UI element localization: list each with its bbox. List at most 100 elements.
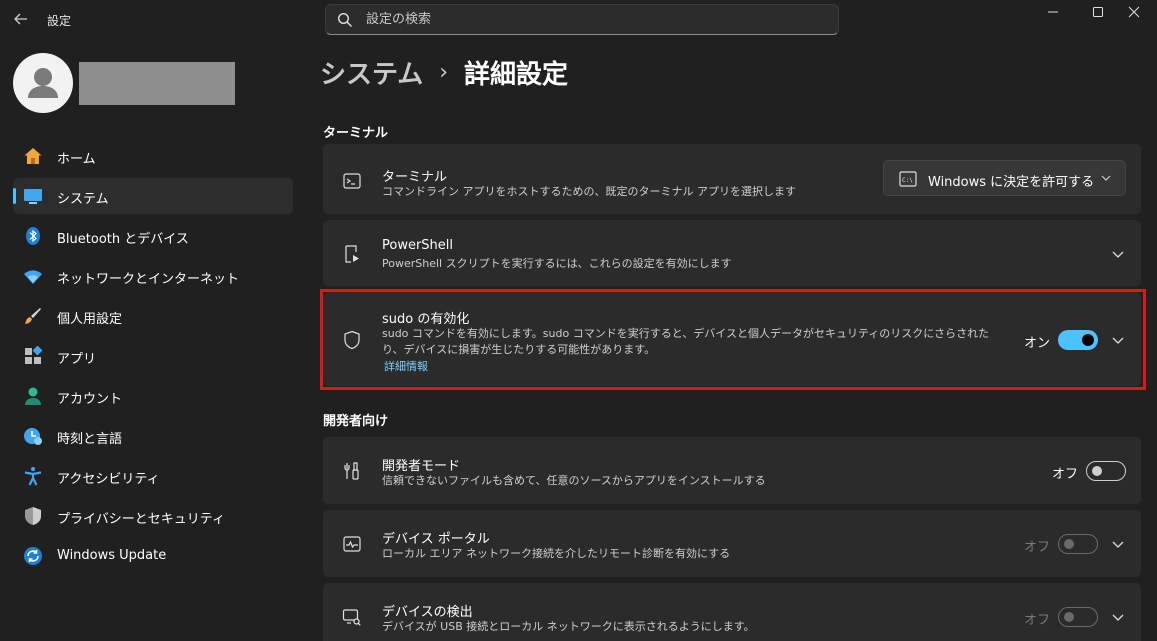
- terminal-title: ターミナル: [382, 170, 448, 185]
- time-language-icon: [24, 428, 42, 445]
- search-icon: [337, 12, 352, 27]
- sidebar-item-apps[interactable]: アプリ: [13, 338, 293, 374]
- sidebar-item-label: プライバシーとセキュリティ: [57, 512, 225, 527]
- home-icon: [24, 148, 42, 164]
- shield-icon: [25, 507, 41, 525]
- section-title-terminal: ターミナル: [323, 126, 389, 141]
- device-search-icon: [342, 609, 361, 626]
- section-title-developer: 開発者向け: [323, 414, 389, 429]
- avatar[interactable]: [13, 53, 73, 113]
- device-discovery-card[interactable]: デバイスの検出 デバイスが USB 接続とローカル ネットワークに表示されるよう…: [323, 583, 1141, 641]
- terminal-description: コマンドライン アプリをホストするための、既定のターミナル アプリを選択します: [382, 185, 796, 198]
- command-prompt-icon: C:\: [899, 171, 917, 187]
- sudo-title: sudo の有効化: [382, 312, 470, 327]
- sudo-toggle-label: オン: [1024, 336, 1051, 351]
- toggle-knob: [1064, 539, 1074, 549]
- terminal-app-dropdown[interactable]: C:\ Windows に決定を許可する: [883, 160, 1126, 196]
- sidebar-item-label: ネットワークとインターネット: [57, 272, 240, 287]
- minimize-button[interactable]: [1030, 0, 1076, 30]
- arrow-left-icon: [14, 13, 27, 25]
- device-portal-card[interactable]: デバイス ポータル ローカル エリア ネットワーク接続を介したリモート診断を有効…: [323, 510, 1141, 577]
- sidebar-item-accounts[interactable]: アカウント: [13, 378, 293, 414]
- search-box[interactable]: [325, 4, 839, 35]
- chevron-down-icon[interactable]: [1110, 609, 1126, 625]
- sudo-description: sudo コマンドを有効にします。sudo コマンドを実行すると、デバイスと個人…: [382, 327, 990, 356]
- device-portal-description: ローカル エリア ネットワーク接続を介したリモート診断を有効にする: [382, 547, 731, 560]
- device-portal-toggle-label: オフ: [1024, 540, 1051, 555]
- sidebar-item-label: ホーム: [57, 152, 96, 167]
- sidebar-item-label: アプリ: [57, 352, 97, 367]
- device-discovery-toggle-label: オフ: [1024, 613, 1051, 628]
- developer-mode-description: 信頼できないファイルも含めて、任意のソースからアプリをインストールする: [382, 474, 766, 487]
- toggle-knob: [1092, 466, 1102, 476]
- close-button[interactable]: [1111, 0, 1157, 30]
- search-input[interactable]: [366, 5, 826, 34]
- sudo-card: sudo の有効化 sudo コマンドを有効にします。sudo コマンドを実行す…: [323, 292, 1141, 386]
- sidebar-item-home[interactable]: ホーム: [13, 138, 293, 174]
- developer-mode-card: 開発者モード 信頼できないファイルも含めて、任意のソースからアプリをインストール…: [323, 437, 1141, 504]
- terminal-card: ターミナル コマンドライン アプリをホストするための、既定のターミナル アプリを…: [323, 144, 1141, 214]
- back-button[interactable]: [10, 8, 32, 30]
- maximize-icon: [1093, 7, 1103, 17]
- device-discovery-description: デバイスが USB 接続とローカル ネットワークに表示されるようにします。: [382, 620, 755, 633]
- sidebar-item-windows-update[interactable]: Windows Update: [13, 538, 293, 574]
- system-icon: [24, 189, 42, 204]
- sidebar-item-label: アクセシビリティ: [57, 472, 160, 487]
- sidebar-item-label: アカウント: [57, 392, 123, 407]
- dropdown-value: Windows に決定を許可する: [928, 175, 1095, 190]
- breadcrumb: システム › 詳細設定: [320, 52, 568, 92]
- developer-mode-title: 開発者モード: [382, 459, 461, 474]
- sidebar-item-time-language[interactable]: 時刻と言語: [13, 418, 293, 454]
- sidebar-item-label: 個人用設定: [57, 312, 123, 327]
- shield-icon: [344, 330, 360, 350]
- chevron-down-icon[interactable]: [1110, 332, 1126, 348]
- terminal-icon: [343, 173, 361, 189]
- sidebar-nav: ホーム システム Bluetooth とデバイス ネットワークとインターネット …: [13, 138, 293, 578]
- toggle-knob: [1064, 612, 1074, 622]
- breadcrumb-parent[interactable]: システム: [320, 54, 423, 91]
- breadcrumb-separator: ›: [439, 59, 449, 85]
- sidebar-item-system[interactable]: システム: [13, 178, 293, 214]
- diagnostics-icon: [343, 536, 361, 552]
- powershell-card[interactable]: PowerShell PowerShell スクリプトを実行するには、これらの設…: [323, 220, 1141, 286]
- sidebar-item-label: Windows Update: [57, 548, 167, 563]
- tools-icon: [344, 462, 359, 480]
- learn-more-link[interactable]: 詳細情報: [384, 358, 428, 374]
- developer-mode-toggle-label: オフ: [1052, 467, 1079, 482]
- sudo-toggle[interactable]: [1058, 330, 1098, 350]
- sidebar-item-personalization[interactable]: 個人用設定: [13, 298, 293, 334]
- sidebar-item-privacy-security[interactable]: プライバシーとセキュリティ: [13, 498, 293, 534]
- chevron-down-icon[interactable]: [1110, 246, 1126, 262]
- user-name-redacted: [79, 62, 235, 105]
- title-bar: 設定: [0, 0, 1157, 40]
- selection-indicator: [13, 188, 16, 204]
- device-discovery-title: デバイスの検出: [382, 605, 473, 620]
- sidebar-item-bluetooth[interactable]: Bluetooth とデバイス: [13, 218, 293, 254]
- developer-mode-toggle[interactable]: [1086, 461, 1126, 481]
- svg-text:C:\: C:\: [902, 177, 913, 184]
- page-title: 詳細設定: [464, 59, 569, 90]
- chevron-down-icon: [1101, 175, 1111, 181]
- update-icon: [24, 547, 42, 565]
- device-discovery-toggle[interactable]: [1058, 607, 1098, 627]
- sidebar-item-label: Bluetooth とデバイス: [57, 232, 189, 247]
- accessibility-icon: [24, 467, 42, 486]
- sidebar-item-accessibility[interactable]: アクセシビリティ: [13, 458, 293, 494]
- wifi-icon: [24, 270, 42, 284]
- minimize-icon: [1048, 11, 1058, 13]
- device-portal-toggle[interactable]: [1058, 534, 1098, 554]
- user-icon: [28, 68, 58, 98]
- close-icon: [1128, 6, 1140, 18]
- powershell-title: PowerShell: [382, 238, 454, 253]
- sidebar-item-label: 時刻と言語: [57, 432, 123, 447]
- sidebar-item-label: システム: [57, 192, 109, 207]
- toggle-knob: [1082, 334, 1094, 346]
- powershell-icon: [345, 245, 359, 263]
- chevron-down-icon[interactable]: [1110, 536, 1126, 552]
- brush-icon: [25, 308, 41, 324]
- account-icon: [25, 387, 41, 405]
- sidebar-item-network[interactable]: ネットワークとインターネット: [13, 258, 293, 294]
- bluetooth-icon: [26, 227, 40, 245]
- device-portal-title: デバイス ポータル: [382, 532, 490, 547]
- apps-icon: [25, 346, 43, 364]
